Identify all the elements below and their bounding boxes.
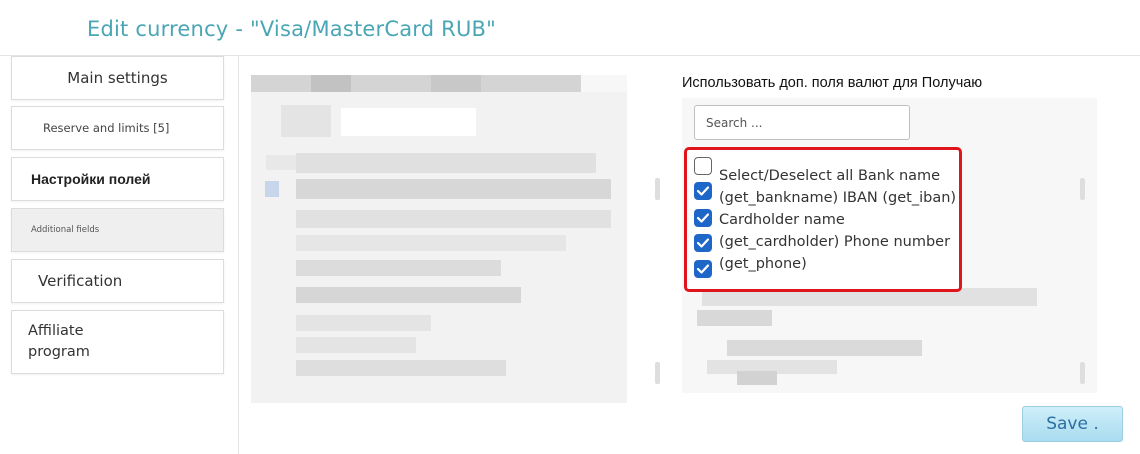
cardholder-checkbox[interactable]	[694, 234, 712, 252]
sidebar-divider	[238, 56, 239, 454]
sidebar-item-label: Affiliate program	[28, 323, 90, 360]
search-input[interactable]	[694, 105, 910, 140]
sidebar-item-additional-fields[interactable]: Additional fields	[11, 208, 224, 252]
page-title: Edit currency - "Visa/MasterCard RUB"	[87, 17, 496, 41]
sidebar-item-label: Additional fields	[31, 225, 100, 235]
sidebar-item-reserve-limits[interactable]: Reserve and limits [5]	[11, 106, 224, 150]
obscured-left-panel	[251, 75, 627, 403]
right-panel-scrollbar-lower[interactable]	[1080, 362, 1085, 384]
sidebar-item-verification[interactable]: Verification	[11, 259, 224, 303]
phone-checkbox[interactable]	[694, 260, 712, 278]
iban-checkbox[interactable]	[694, 209, 712, 227]
sidebar-item-label: Main settings	[67, 69, 168, 87]
receive-fields-heading: Использовать доп. поля валют для Получаю	[682, 75, 983, 91]
field-options-text: Select/Deselect all Bank name (get_bankn…	[719, 168, 957, 272]
sidebar-item-label: Reserve and limits [5]	[43, 121, 170, 135]
sidebar-item-main-settings[interactable]: Main settings	[11, 56, 224, 100]
left-panel-scrollbar-lower[interactable]	[655, 362, 660, 384]
left-panel-scrollbar[interactable]	[655, 178, 660, 200]
sidebar-item-field-settings[interactable]: Настройки полей	[11, 157, 224, 201]
select-all-checkbox[interactable]	[694, 157, 712, 175]
right-panel-scrollbar[interactable]	[1080, 178, 1085, 200]
sidebar-item-label: Verification	[38, 272, 123, 290]
bank-name-checkbox[interactable]	[694, 182, 712, 200]
sidebar-item-affiliate-program[interactable]: Affiliate program	[11, 310, 224, 374]
sidebar-item-label: Настройки полей	[31, 171, 151, 187]
save-button[interactable]: Save .	[1022, 406, 1123, 442]
